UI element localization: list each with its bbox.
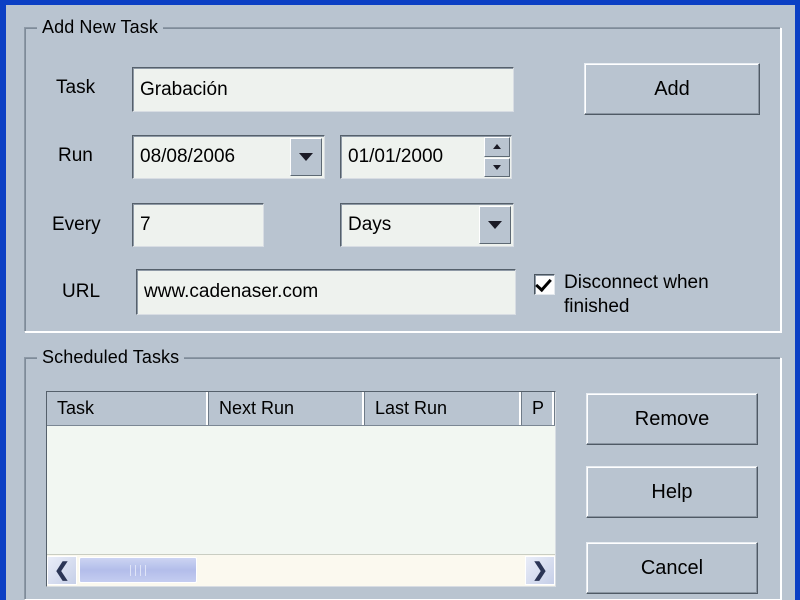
application-window: Add New Task Task Grabación Run 08/08/20… xyxy=(0,0,800,600)
arrow-up-icon xyxy=(493,144,501,150)
scheduled-tasks-legend: Scheduled Tasks xyxy=(37,347,185,368)
spinner-up-button[interactable] xyxy=(484,137,510,157)
run-time-spinner[interactable]: 01/01/2000 xyxy=(340,135,512,179)
run-date-dropdown-button[interactable] xyxy=(290,138,322,176)
listview-body[interactable] xyxy=(47,426,555,555)
disconnect-checkbox-label: Disconnect when finished xyxy=(564,272,709,317)
column-header-last-run[interactable]: Last Run xyxy=(365,392,522,425)
scheduled-tasks-listview[interactable]: Task Next Run Last Run P ❮ ❯ xyxy=(46,391,556,587)
horizontal-scrollbar[interactable]: ❮ ❯ xyxy=(47,554,555,586)
cancel-button[interactable]: Cancel xyxy=(586,542,758,594)
add-new-task-legend: Add New Task xyxy=(37,17,163,38)
remove-button[interactable]: Remove xyxy=(586,393,758,445)
grip-line xyxy=(145,564,146,576)
chevron-down-icon xyxy=(299,153,313,161)
url-label: URL xyxy=(62,281,101,302)
grip-line xyxy=(140,564,141,576)
run-date-picker[interactable]: 08/08/2006 xyxy=(132,135,325,179)
grip-line xyxy=(130,564,131,576)
every-input[interactable]: 7 xyxy=(132,203,264,247)
every-unit-value: Days xyxy=(348,214,392,235)
every-unit-dropdown-button[interactable] xyxy=(479,206,511,244)
every-label: Every xyxy=(52,214,101,235)
listview-header-row: Task Next Run Last Run P xyxy=(47,392,555,426)
run-time-spin-buttons xyxy=(484,137,510,177)
spinner-down-button[interactable] xyxy=(484,157,510,177)
run-time-value: 01/01/2000 xyxy=(348,146,444,167)
run-date-value: 08/08/2006 xyxy=(140,146,236,167)
checkbox-box[interactable] xyxy=(534,274,555,295)
add-button[interactable]: Add xyxy=(584,63,760,115)
dialog-client-area: Add New Task Task Grabación Run 08/08/20… xyxy=(6,5,795,600)
checkmark-icon xyxy=(535,274,552,293)
chevron-left-icon[interactable]: ❮ xyxy=(47,556,77,585)
chevron-right-icon[interactable]: ❯ xyxy=(525,556,555,585)
disconnect-when-finished-checkbox[interactable]: Disconnect when finished xyxy=(534,271,774,319)
column-header-next-run[interactable]: Next Run xyxy=(209,392,365,425)
column-header-task[interactable]: Task xyxy=(47,392,209,425)
chevron-down-icon xyxy=(488,221,502,229)
task-input[interactable]: Grabación xyxy=(132,67,514,112)
grip-line xyxy=(135,564,136,576)
column-header-p[interactable]: P xyxy=(522,392,555,425)
scrollbar-thumb[interactable] xyxy=(79,557,197,583)
arrow-down-icon xyxy=(493,164,501,170)
scrollbar-track[interactable] xyxy=(77,556,525,585)
run-label: Run xyxy=(58,145,93,166)
help-button[interactable]: Help xyxy=(586,466,758,518)
every-unit-dropdown[interactable]: Days xyxy=(340,203,514,247)
url-input[interactable]: www.cadenaser.com xyxy=(136,269,516,315)
task-label: Task xyxy=(56,77,96,98)
